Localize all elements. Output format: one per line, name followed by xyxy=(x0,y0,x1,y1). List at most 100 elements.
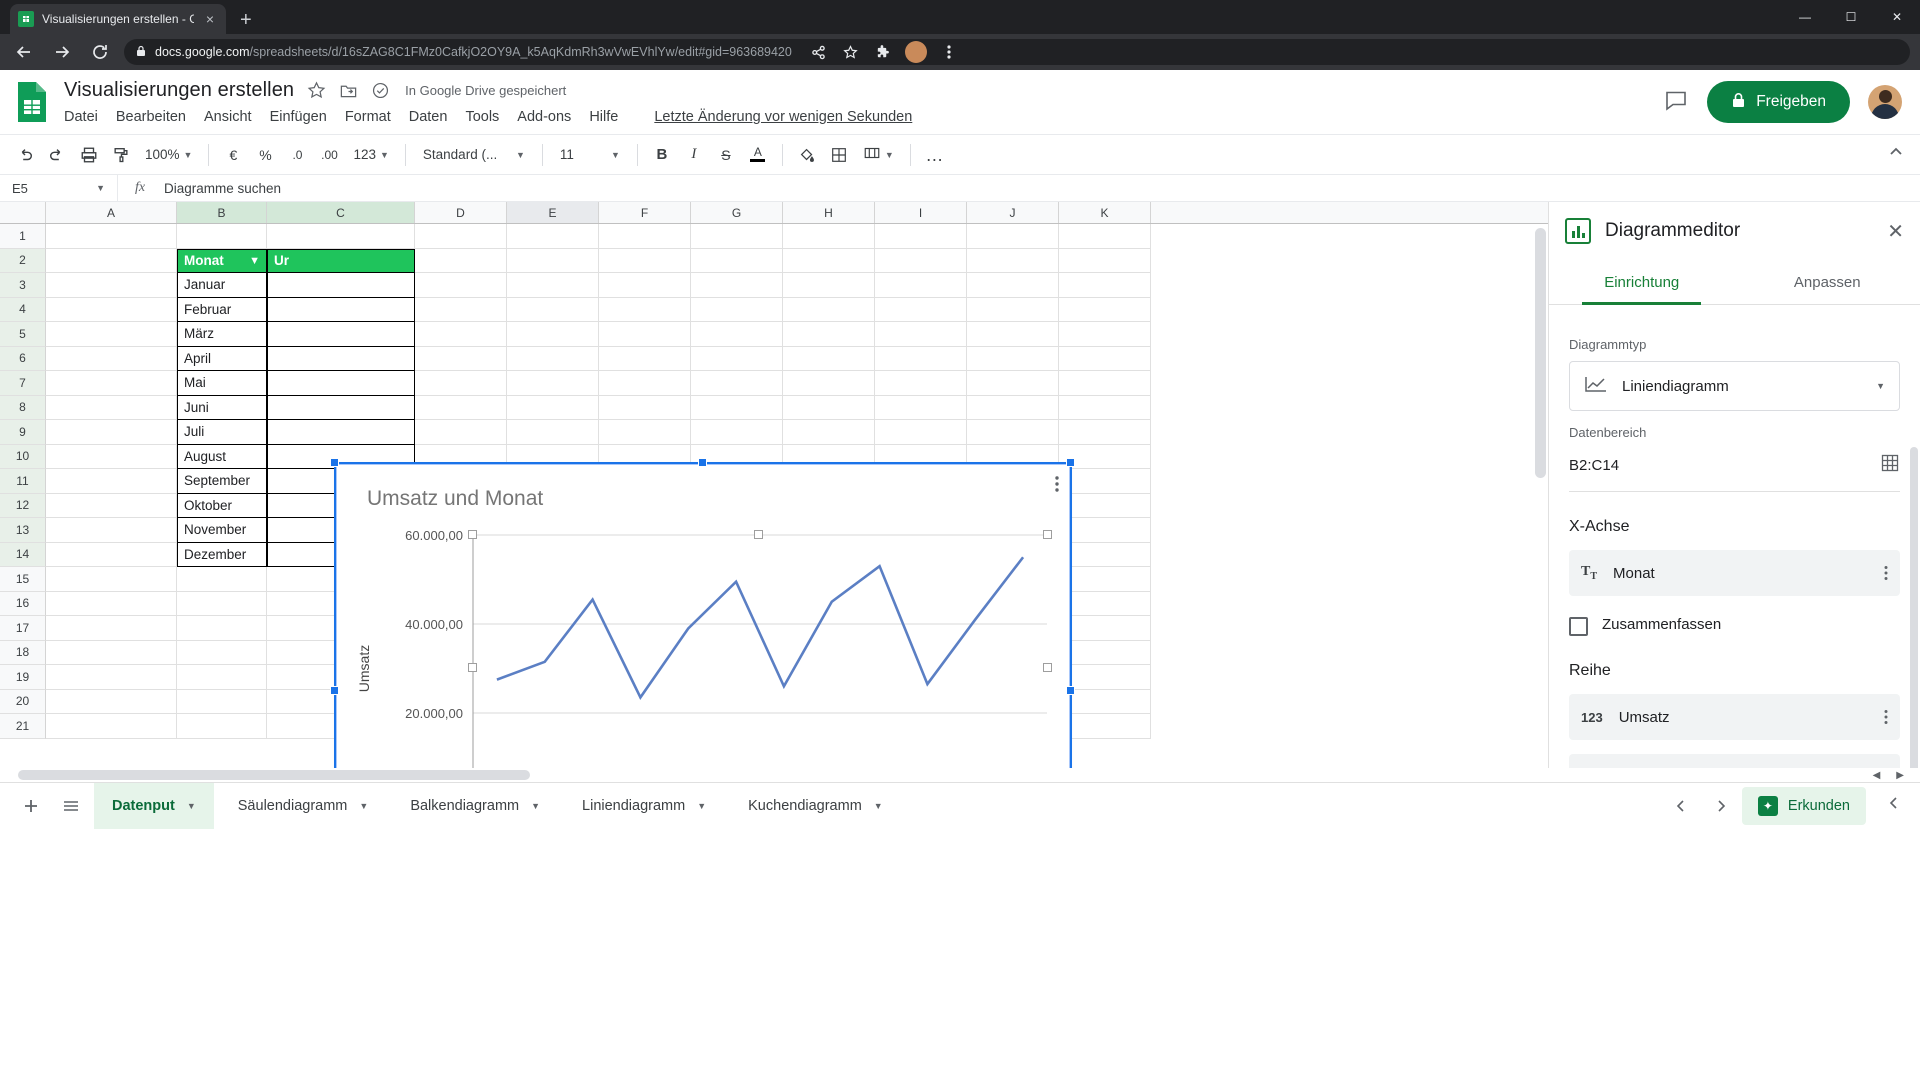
grid-cell[interactable] xyxy=(1059,469,1151,494)
grid-cell[interactable]: August xyxy=(177,444,267,469)
row-header[interactable]: 20 xyxy=(0,689,46,714)
grid-cell[interactable] xyxy=(599,248,691,273)
grid-cell[interactable] xyxy=(967,273,1059,298)
sheet-tab-kuchendiagramm[interactable]: Kuchendiagramm ▼ xyxy=(730,783,901,829)
grid-cell[interactable] xyxy=(783,248,875,273)
grid-cell[interactable]: Juni xyxy=(177,395,267,420)
chart-resize-handle-tr[interactable] xyxy=(1066,458,1075,467)
chevron-down-icon[interactable]: ▼ xyxy=(531,801,540,811)
grid-cell[interactable] xyxy=(267,420,415,445)
grid-cell[interactable] xyxy=(46,518,177,543)
chevron-down-icon[interactable]: ▼ xyxy=(187,801,196,811)
grid-cell[interactable] xyxy=(177,714,267,739)
grid-cell[interactable] xyxy=(783,371,875,396)
grid-cell[interactable] xyxy=(599,322,691,347)
grid-cell[interactable] xyxy=(267,322,415,347)
row-header[interactable]: 11 xyxy=(0,469,46,494)
document-title[interactable]: Visualisierungen erstellen xyxy=(64,79,294,102)
grid-cell[interactable] xyxy=(783,420,875,445)
grid-cell[interactable] xyxy=(267,346,415,371)
grid-cell[interactable] xyxy=(267,395,415,420)
grid-cell[interactable]: Ur xyxy=(267,248,415,273)
font-size-selector[interactable]: 11 ▼ xyxy=(552,141,628,169)
browser-tab[interactable]: Visualisierungen erstellen - Goog × xyxy=(10,4,226,34)
grid-cell[interactable]: Oktober xyxy=(177,493,267,518)
chart-type-select[interactable]: Liniendiagramm ▼ xyxy=(1569,361,1900,411)
editor-scrollbar-thumb[interactable] xyxy=(1910,447,1918,768)
grid-cell[interactable] xyxy=(507,273,599,298)
row-header[interactable]: 19 xyxy=(0,665,46,690)
filter-icon[interactable]: ▼ xyxy=(249,255,260,267)
grid-cell[interactable] xyxy=(177,689,267,714)
grid-cell[interactable] xyxy=(783,322,875,347)
row-header[interactable]: 3 xyxy=(0,273,46,298)
column-header-i[interactable]: I xyxy=(875,202,967,223)
row-header[interactable]: 10 xyxy=(0,444,46,469)
merge-cells-selector[interactable]: ▼ xyxy=(856,141,901,169)
grid-cell[interactable] xyxy=(177,616,267,641)
chart-resize-handle-tl[interactable] xyxy=(330,458,339,467)
column-header-k[interactable]: K xyxy=(1059,202,1151,223)
grid-cell[interactable] xyxy=(46,640,177,665)
grid-cell[interactable] xyxy=(967,346,1059,371)
grid-cell[interactable] xyxy=(46,346,177,371)
last-edit-link[interactable]: Letzte Änderung vor wenigen Sekunden xyxy=(654,109,912,125)
chart-resize-handle-ml[interactable] xyxy=(330,686,339,695)
name-box[interactable]: E5 ▼ xyxy=(0,175,118,201)
grid-cell[interactable] xyxy=(875,224,967,249)
grid-cell[interactable] xyxy=(783,224,875,249)
vertical-scrollbar[interactable] xyxy=(1535,228,1546,728)
menu-datei[interactable]: Datei xyxy=(64,109,98,125)
italic-button[interactable]: I xyxy=(679,140,709,170)
grid-cell[interactable]: Monat ▼ xyxy=(177,248,267,273)
grid-cell[interactable]: Mai xyxy=(177,371,267,396)
grid-cell[interactable] xyxy=(1059,273,1151,298)
grid-cell[interactable] xyxy=(967,420,1059,445)
menu-daten[interactable]: Daten xyxy=(409,109,448,125)
grid-cell[interactable] xyxy=(46,248,177,273)
percent-format-button[interactable]: % xyxy=(250,140,280,170)
text-color-button[interactable]: A xyxy=(743,140,773,170)
grid-cell[interactable] xyxy=(46,322,177,347)
grid-cell[interactable] xyxy=(267,297,415,322)
grid-cell[interactable] xyxy=(177,224,267,249)
grid-cell[interactable] xyxy=(691,420,783,445)
forward-icon[interactable] xyxy=(48,38,76,66)
redo-icon[interactable] xyxy=(42,140,72,170)
grid-cell[interactable] xyxy=(415,297,507,322)
row-header[interactable]: 17 xyxy=(0,616,46,641)
increase-decimal-button[interactable]: .00 xyxy=(314,140,344,170)
star-icon[interactable] xyxy=(307,81,326,100)
grid-cell[interactable]: Dezember xyxy=(177,542,267,567)
grid-cell[interactable] xyxy=(1059,714,1151,739)
menu-addons[interactable]: Add-ons xyxy=(517,109,571,125)
formula-input[interactable]: Diagramme suchen xyxy=(162,181,1920,196)
grid-cell[interactable] xyxy=(783,346,875,371)
scroll-left-icon[interactable]: ◀ xyxy=(1873,770,1881,781)
grid-cell[interactable] xyxy=(415,371,507,396)
chevron-down-icon[interactable]: ▼ xyxy=(359,801,368,811)
grid-cell[interactable] xyxy=(267,224,415,249)
chart-object[interactable]: Umsatz und Monat 20.000,00 40.000,00 60.00… xyxy=(336,464,1070,768)
grid-cell[interactable]: Februar xyxy=(177,297,267,322)
menu-ansicht[interactable]: Ansicht xyxy=(204,109,252,125)
grid-cell[interactable] xyxy=(46,273,177,298)
grid-cell[interactable] xyxy=(1059,493,1151,518)
grid-cell[interactable] xyxy=(1059,346,1151,371)
grid-cell[interactable] xyxy=(1059,567,1151,592)
zoom-selector[interactable]: 100% ▼ xyxy=(138,141,199,169)
series-more-icon[interactable] xyxy=(1884,709,1888,725)
next-sheet-icon[interactable] xyxy=(1704,789,1738,823)
explore-button[interactable]: ✦ Erkunden xyxy=(1741,786,1866,825)
chevron-down-icon[interactable]: ▼ xyxy=(874,801,883,811)
grid-cell[interactable] xyxy=(415,346,507,371)
data-range-value[interactable]: B2:C14 xyxy=(1569,457,1619,474)
sheet-tab-liniendiagramm[interactable]: Liniendiagramm ▼ xyxy=(564,783,724,829)
grid-cell[interactable] xyxy=(46,420,177,445)
tab-anpassen[interactable]: Anpassen xyxy=(1735,260,1920,304)
grid-cell[interactable] xyxy=(1059,640,1151,665)
chart-resize-handle-mr[interactable] xyxy=(1066,686,1075,695)
grid-cell[interactable] xyxy=(46,567,177,592)
grid-cell[interactable]: März xyxy=(177,322,267,347)
grid-cell[interactable] xyxy=(177,591,267,616)
